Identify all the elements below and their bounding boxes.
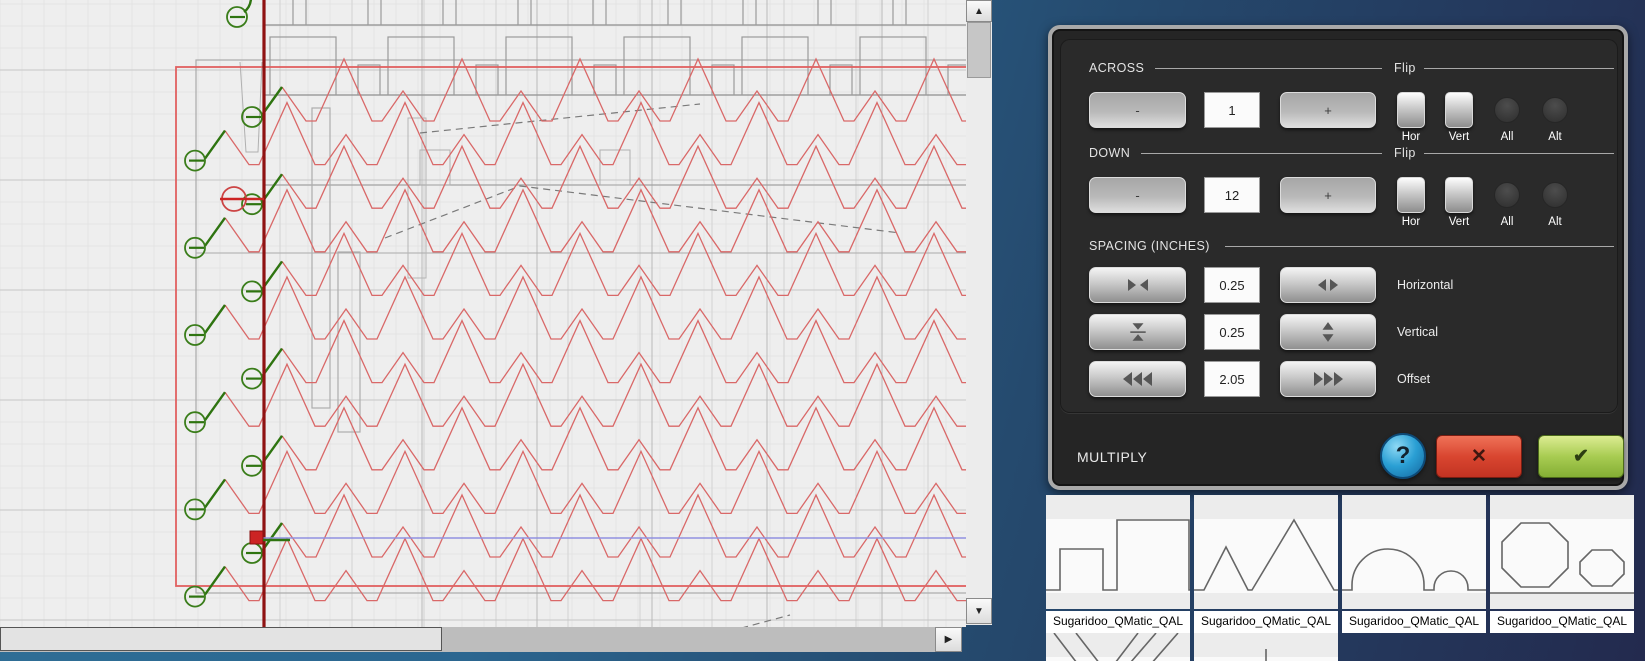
offset-left-icon — [1121, 371, 1155, 387]
cancel-button[interactable]: ✕ — [1436, 435, 1522, 478]
collapse-vertical-icon — [1129, 321, 1147, 343]
across-value-input[interactable] — [1204, 92, 1260, 128]
across-flip-hor-button[interactable] — [1397, 92, 1425, 128]
down-plus-button[interactable]: + — [1280, 177, 1376, 213]
across-flip-all-label: All — [1485, 131, 1529, 143]
offset-spacing-input[interactable] — [1204, 361, 1260, 397]
across-flip-label: Flip — [1394, 61, 1416, 75]
down-flip-vert-button[interactable] — [1445, 177, 1473, 213]
vertical-spacing-increase-button[interactable] — [1280, 314, 1376, 350]
down-label: DOWN — [1089, 146, 1130, 160]
horizontal-spacing-decrease-button[interactable] — [1089, 267, 1186, 303]
expand-horizontal-icon — [1315, 277, 1341, 293]
pattern-tile-label: Sugaridoo_QMatic_QAL — [1194, 611, 1338, 633]
offset-right-icon — [1311, 371, 1345, 387]
vertical-scrollbar[interactable]: ▲ ▼ — [966, 0, 992, 625]
horizontal-scroll-thumb[interactable] — [0, 627, 442, 651]
pattern-tile[interactable]: Sugaridoo_QMatic_QAL — [1046, 495, 1190, 633]
down-minus-button[interactable]: - — [1089, 177, 1186, 213]
app-root: { "panel": { "title": "MULTIPLY", "acros… — [0, 0, 1645, 661]
pattern-tile[interactable]: Sugaridoo_QMatic_QAL — [1194, 495, 1338, 633]
down-flip-label: Flip — [1394, 146, 1416, 160]
scroll-down-button[interactable]: ▼ — [966, 598, 992, 624]
scroll-down-icon: ▼ — [974, 606, 984, 617]
across-flip-all-radio[interactable] — [1494, 97, 1520, 123]
horizontal-spacing-input[interactable] — [1204, 267, 1260, 303]
confirm-button[interactable]: ✔ — [1538, 435, 1624, 478]
spacing-label: SPACING (INCHES) — [1089, 239, 1210, 253]
vertical-spacing-decrease-button[interactable] — [1089, 314, 1186, 350]
scroll-up-button[interactable]: ▲ — [966, 0, 992, 22]
help-button[interactable]: ? — [1380, 433, 1426, 479]
down-flip-vert-label: Vert — [1437, 216, 1481, 228]
check-icon: ✔ — [1573, 445, 1589, 468]
collapse-horizontal-icon — [1125, 277, 1151, 293]
pattern-tile-label: Sugaridoo_QMatic_QAL — [1490, 611, 1634, 633]
pattern-tile[interactable]: Sugaridoo_QMatic_QAL — [1342, 495, 1486, 633]
scroll-right-icon: ▶ — [945, 634, 953, 645]
vertical-spacing-label: Vertical — [1397, 325, 1438, 339]
horizontal-spacing-label: Horizontal — [1397, 278, 1453, 292]
across-flip-vert-button[interactable] — [1445, 92, 1473, 128]
horizontal-spacing-increase-button[interactable] — [1280, 267, 1376, 303]
down-value-input[interactable] — [1204, 177, 1260, 213]
down-divider — [1141, 153, 1382, 154]
spacing-divider — [1225, 246, 1614, 247]
multiply-settings: ACROSS Flip - + Hor Vert All Alt DOWN Fl… — [1060, 39, 1618, 413]
down-flip-alt-label: Alt — [1533, 216, 1577, 228]
pattern-tile[interactable] — [1194, 633, 1338, 661]
scroll-right-button[interactable]: ▶ — [935, 627, 962, 652]
multiply-panel: ACROSS Flip - + Hor Vert All Alt DOWN Fl… — [1048, 25, 1628, 490]
down-flip-hor-button[interactable] — [1397, 177, 1425, 213]
expand-vertical-icon — [1319, 321, 1337, 343]
down-flip-hor-label: Hor — [1389, 216, 1433, 228]
scroll-up-icon: ▲ — [974, 6, 984, 17]
offset-decrease-button[interactable] — [1089, 361, 1186, 397]
across-plus-button[interactable]: + — [1280, 92, 1376, 128]
canvas-svg — [0, 0, 966, 627]
horizontal-scrollbar[interactable]: ▶ — [0, 627, 962, 652]
pattern-thumbnail-steps — [1046, 495, 1190, 609]
vertical-spacing-input[interactable] — [1204, 314, 1260, 350]
offset-spacing-label: Offset — [1397, 372, 1430, 386]
down-flip-all-label: All — [1485, 216, 1529, 228]
vertical-scroll-thumb[interactable] — [967, 22, 991, 78]
design-canvas[interactable] — [0, 0, 966, 627]
panel-title: MULTIPLY — [1077, 435, 1147, 479]
pattern-tile-label: Sugaridoo_QMatic_QAL — [1342, 611, 1486, 633]
across-flip-alt-label: Alt — [1533, 131, 1577, 143]
pattern-thumbnail-triangles — [1194, 495, 1338, 609]
offset-increase-button[interactable] — [1280, 361, 1376, 397]
pattern-tile[interactable] — [1046, 633, 1190, 661]
across-flip-hor-label: Hor — [1389, 131, 1433, 143]
down-flip-divider — [1424, 153, 1614, 154]
down-flip-all-radio[interactable] — [1494, 182, 1520, 208]
down-flip-alt-radio[interactable] — [1542, 182, 1568, 208]
help-icon: ? — [1396, 442, 1411, 470]
across-flip-divider — [1424, 68, 1614, 69]
across-flip-alt-radio[interactable] — [1542, 97, 1568, 123]
across-flip-vert-label: Vert — [1437, 131, 1481, 143]
across-divider — [1155, 68, 1382, 69]
across-label: ACROSS — [1089, 61, 1144, 75]
pattern-tile[interactable]: Sugaridoo_QMatic_QAL — [1490, 495, 1634, 633]
across-minus-button[interactable]: - — [1089, 92, 1186, 128]
pattern-thumbnail-octagons — [1490, 495, 1634, 609]
close-icon: ✕ — [1471, 445, 1487, 468]
pattern-thumbnail-arches — [1342, 495, 1486, 609]
pattern-tile-label: Sugaridoo_QMatic_QAL — [1046, 611, 1190, 633]
